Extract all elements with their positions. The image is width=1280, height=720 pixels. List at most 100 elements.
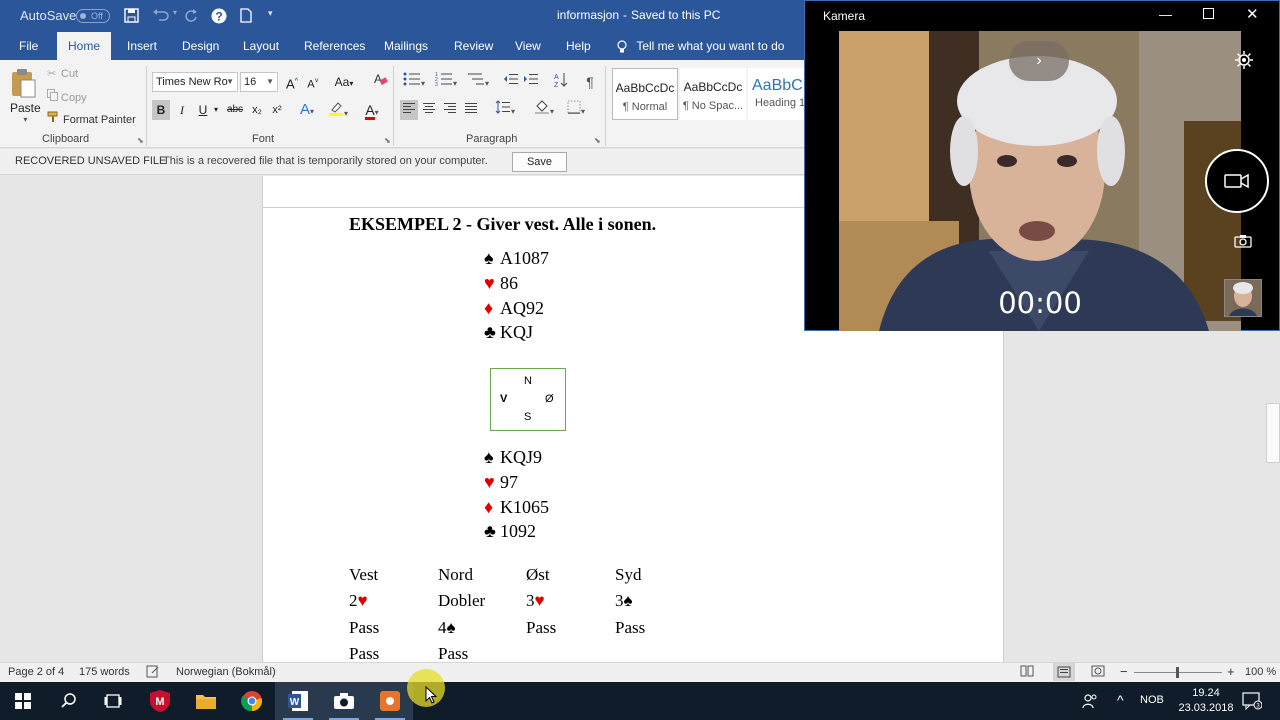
save-icon[interactable] [124,8,139,26]
borders-button[interactable]: ▾ [562,100,590,120]
cut-button[interactable]: ✂ Cut [47,67,78,80]
style-heading-1[interactable]: AaBbC Heading 1 [748,68,804,120]
tab-review[interactable]: Review [452,32,495,60]
line-spacing-button[interactable]: ▾ [491,100,519,120]
style-normal[interactable]: AaBbCcDc ¶ Normal [612,68,678,120]
people-icon[interactable] [1082,693,1098,712]
camera-expand-button[interactable]: › [1009,41,1069,81]
tab-references[interactable]: References [302,32,367,60]
taskbar-word[interactable]: W [275,682,321,720]
task-view-button[interactable] [90,682,136,720]
paste-dropdown-icon[interactable]: ▾ [10,115,41,124]
superscript-button[interactable]: x² [268,100,286,120]
language-status[interactable]: Norwegian (Bokmål) [176,666,276,678]
tell-me-search[interactable]: Tell me what you want to do [617,32,784,60]
sort-button[interactable]: AZ [552,72,570,92]
print-layout-icon[interactable] [1053,663,1075,681]
style-no-spacing[interactable]: AaBbCcDc ¶ No Spac... [680,68,746,120]
new-document-icon[interactable] [240,8,252,26]
page-count[interactable]: Page 2 of 4 [8,666,64,678]
clipboard-launcher-icon[interactable]: ⬊ [137,136,144,145]
web-layout-icon[interactable] [1091,665,1105,680]
read-mode-icon[interactable] [1020,665,1034,680]
zoom-out-button[interactable]: − [1120,664,1128,679]
taskbar-camera[interactable] [321,682,367,720]
tab-mailings[interactable]: Mailings [382,32,430,60]
align-left-button[interactable] [400,100,418,120]
taskbar-mcafee[interactable]: M [137,682,183,720]
align-right-button[interactable] [441,100,459,120]
bullets-button[interactable]: ▾ [400,72,428,92]
svg-text:M: M [155,696,164,708]
decrease-indent-button[interactable] [502,72,520,92]
italic-button[interactable]: I [173,100,191,120]
search-button[interactable] [46,682,92,720]
zoom-level[interactable]: 100 % [1245,666,1276,678]
maximize-button[interactable] [1203,7,1214,22]
tab-help[interactable]: Help [564,32,593,60]
spade-suit-icon: ♠ [484,447,494,467]
justify-button[interactable] [462,100,480,120]
multilevel-list-button[interactable]: ▾ [464,72,492,92]
bold-button[interactable]: B [152,100,170,120]
font-color-button[interactable]: A▾ [358,100,386,120]
help-icon[interactable]: ? [211,8,227,27]
font-family-combo[interactable]: Times New Ro ▼ [152,72,238,92]
font-size-value: 16 [244,76,257,88]
undo-dropdown-icon[interactable]: ▾ [173,8,177,17]
tab-file[interactable]: File [17,32,40,60]
paste-button[interactable]: Paste ▾ [10,68,41,124]
vertical-scrollbar-thumb[interactable] [1266,403,1280,463]
tab-insert[interactable]: Insert [125,32,159,60]
font-size-combo[interactable]: 16 ▼ [240,72,278,92]
zoom-in-button[interactable]: + [1227,664,1235,679]
last-capture-thumbnail[interactable] [1224,279,1262,317]
align-center-button[interactable] [420,100,438,120]
tell-me-label: Tell me what you want to do [636,39,785,53]
autosave-toggle[interactable]: Off [76,9,110,23]
text-effects-button[interactable]: A▾ [296,100,318,120]
camera-window[interactable]: Kamera — ✕ › 00:00 [804,0,1280,331]
close-button[interactable]: ✕ [1246,5,1259,23]
start-button[interactable] [0,682,46,720]
recovered-save-button[interactable]: Save [512,152,567,172]
change-case-button[interactable]: Aa▾ [330,72,358,92]
tab-design[interactable]: Design [180,32,221,60]
minimize-button[interactable]: — [1159,7,1172,22]
paragraph-launcher-icon[interactable]: ⬊ [594,136,601,145]
shading-button[interactable]: ▾ [530,100,558,120]
increase-indent-button[interactable] [522,72,540,92]
underline-dropdown-icon[interactable]: ▾ [212,100,220,120]
format-painter-button[interactable]: Format Painter [47,111,136,126]
tray-chevron-up-icon[interactable]: ^ [1117,692,1124,708]
subscript-button[interactable]: x₂ [248,100,266,120]
numbering-button[interactable]: 1 2 3 ▾ [432,72,460,92]
clear-formatting-button[interactable]: A [370,72,390,92]
tab-home[interactable]: Home [57,32,112,60]
font-launcher-icon[interactable]: ⬊ [384,136,391,145]
shrink-font-button[interactable]: A˅ [304,72,322,92]
redo-icon[interactable] [184,8,198,25]
photo-mode-icon[interactable] [1234,234,1252,251]
proofing-icon[interactable] [146,665,160,681]
clock[interactable]: 19.24 23.03.2018 [1178,686,1234,716]
video-record-button[interactable] [1205,149,1269,213]
show-formatting-button[interactable]: ¶ [582,72,598,92]
action-center-icon[interactable]: 3 [1242,692,1263,713]
input-language[interactable]: NOB [1140,694,1164,706]
underline-button[interactable]: U [194,100,212,120]
undo-icon[interactable] [152,8,170,25]
tab-layout[interactable]: Layout [241,32,281,60]
customize-toolbar-icon[interactable]: ▾ [268,8,273,19]
settings-gear-icon[interactable] [1235,51,1253,72]
strikethrough-button[interactable]: abc [224,100,246,120]
taskbar-chrome[interactable] [229,682,275,720]
tab-view[interactable]: View [513,32,543,60]
highlight-button[interactable]: ▾ [324,100,352,120]
grow-font-button[interactable]: A^ [283,72,301,92]
bullet-list-icon [403,72,420,86]
zoom-slider-thumb[interactable] [1176,667,1179,678]
copy-button[interactable]: Copy [47,89,87,104]
taskbar-file-explorer[interactable] [183,682,229,720]
word-count[interactable]: 175 words [79,666,130,678]
